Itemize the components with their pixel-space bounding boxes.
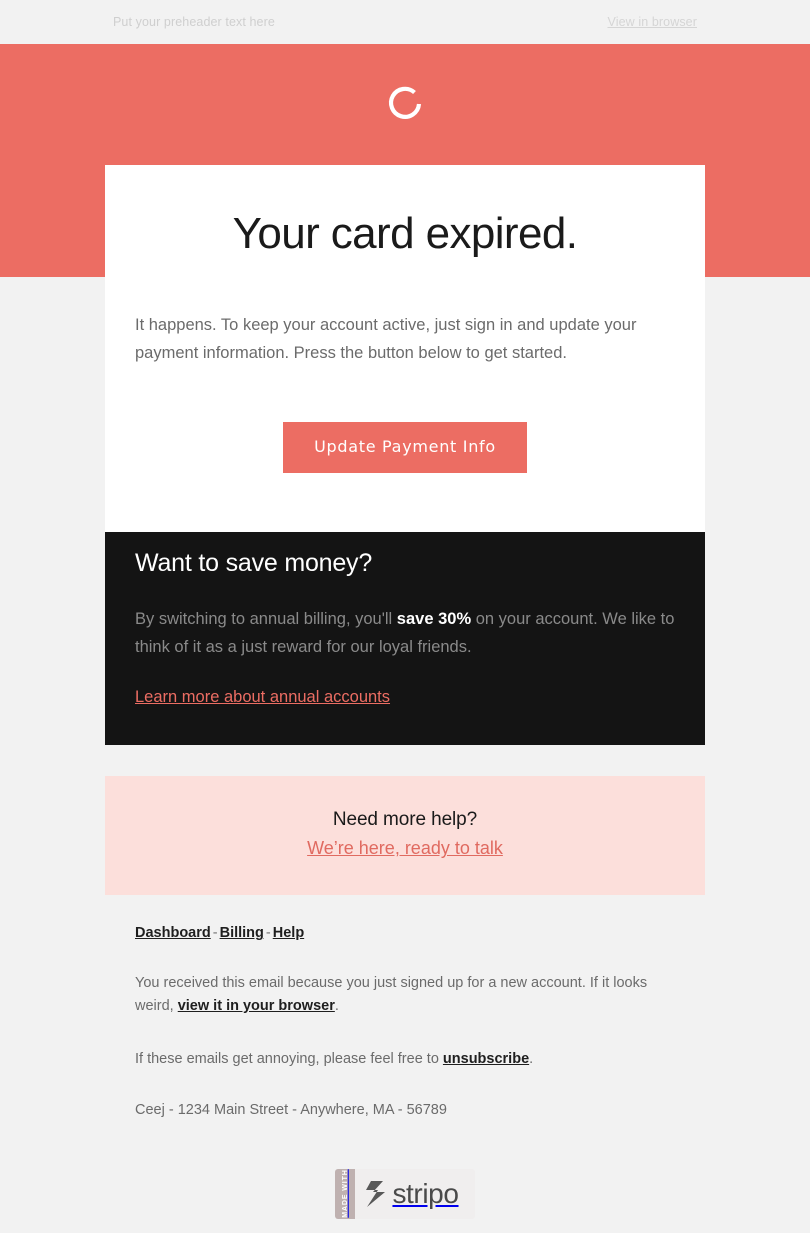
page-title: Your card expired. bbox=[232, 209, 578, 258]
preheader-bar: Put your preheader text here View in bro… bbox=[0, 0, 810, 44]
contact-us-link[interactable]: We’re here, ready to talk bbox=[307, 838, 503, 859]
help-section: Need more help? We’re here, ready to tal… bbox=[105, 776, 705, 896]
stripo-badge-container: MADE WITH stripo bbox=[135, 1118, 675, 1219]
card-body-text: It happens. To keep your account active,… bbox=[135, 316, 637, 363]
footer-nav: Dashboard - Billing - Help bbox=[135, 925, 675, 941]
logo-container bbox=[0, 82, 810, 126]
footer-link-help[interactable]: Help bbox=[273, 925, 304, 941]
savings-discount: save 30% bbox=[396, 610, 472, 628]
main-card: Your card expired. It happens. To keep y… bbox=[105, 165, 705, 532]
stripo-badge[interactable]: MADE WITH stripo bbox=[335, 1168, 475, 1219]
signup-notice-after: . bbox=[334, 997, 339, 1014]
savings-body-before: By switching to annual billing, you'll bbox=[135, 610, 397, 628]
annual-accounts-link[interactable]: Learn more about annual accounts bbox=[135, 688, 390, 707]
help-title: Need more help? bbox=[332, 809, 478, 831]
preheader-text: Put your preheader text here bbox=[113, 15, 275, 29]
view-in-browser-link[interactable]: View in browser bbox=[607, 15, 697, 29]
footer-nav-separator-2: - bbox=[265, 925, 271, 942]
view-in-browser-footer-link[interactable]: view it in your browser bbox=[178, 998, 335, 1014]
footer-link-billing[interactable]: Billing bbox=[220, 925, 264, 941]
footer-link-dashboard[interactable]: Dashboard bbox=[135, 925, 211, 941]
email-body: Put your preheader text here View in bro… bbox=[0, 0, 810, 1219]
update-payment-info-button[interactable]: Update Payment Info bbox=[283, 421, 527, 473]
stripo-badge-main: stripo bbox=[355, 1168, 475, 1219]
unsubscribe-after: . bbox=[529, 1051, 534, 1068]
footer-address: Ceej - 1234 Main Street - Anywhere, MA -… bbox=[135, 1101, 447, 1118]
made-with-ribbon: MADE WITH bbox=[335, 1168, 356, 1219]
made-with-label: MADE WITH bbox=[341, 1169, 349, 1219]
stripo-lightning-icon bbox=[366, 1180, 386, 1207]
unsubscribe-link[interactable]: unsubscribe bbox=[443, 1051, 529, 1067]
footer-nav-separator-1: - bbox=[212, 925, 218, 942]
footer-signup-notice: You received this email because you just… bbox=[135, 972, 675, 1017]
ring-logo-icon bbox=[388, 86, 422, 119]
savings-title: Want to save money? bbox=[135, 549, 373, 577]
savings-body: By switching to annual billing, you'll s… bbox=[135, 606, 675, 661]
cta-container: Update Payment Info bbox=[105, 368, 705, 532]
footer-unsubscribe-notice: If these emails get annoying, please fee… bbox=[135, 1048, 675, 1070]
footer: Dashboard - Billing - Help You received this… bbox=[105, 895, 705, 1219]
savings-section: Want to save money? By switching to annu… bbox=[105, 517, 705, 746]
stripo-wordmark: stripo bbox=[392, 1177, 459, 1209]
unsubscribe-before: If these emails get annoying, please fee… bbox=[135, 1051, 443, 1068]
